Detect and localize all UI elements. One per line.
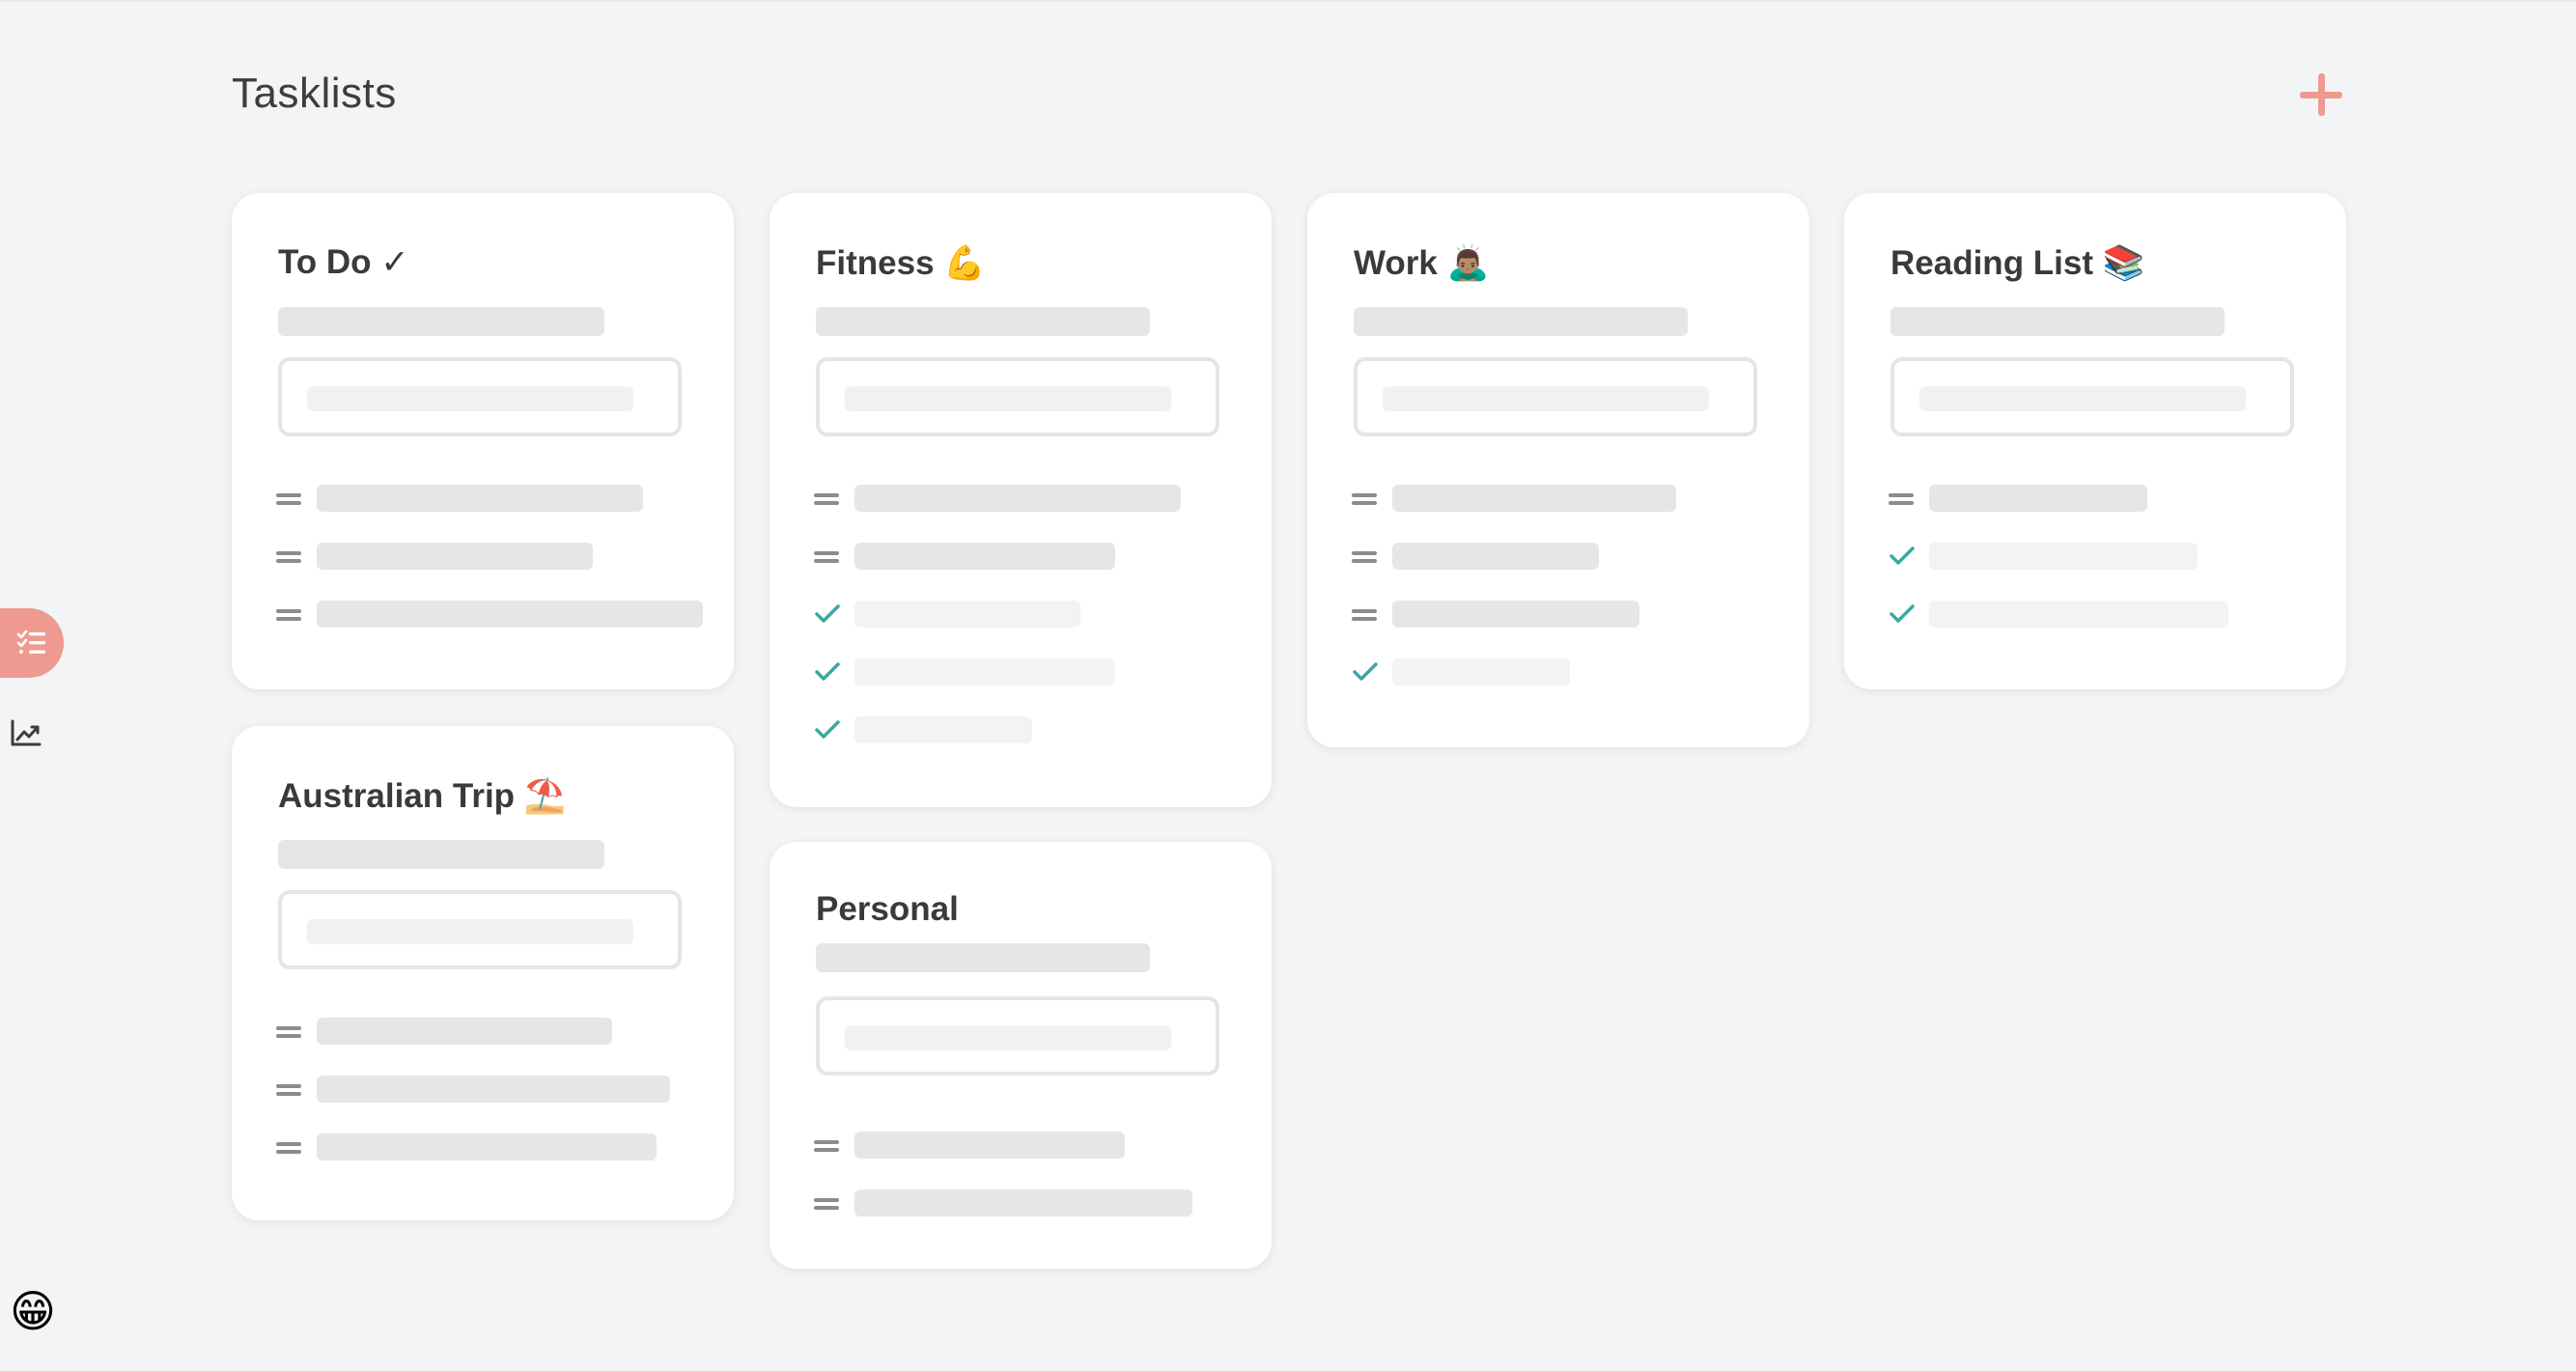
- tasklist-icon: [16, 630, 45, 654]
- tasklist-title: Reading List 📚: [1890, 244, 2145, 282]
- tasklist-title: Australian Trip ⛱️: [278, 777, 567, 815]
- drag-handle-icon[interactable]: [814, 1140, 841, 1152]
- task-text-placeholder: [317, 485, 643, 512]
- check-icon[interactable]: [814, 660, 841, 684]
- tasklist-card[interactable]: Personal: [770, 842, 1272, 1269]
- check-icon[interactable]: [1889, 602, 1916, 626]
- task-text-placeholder: [1929, 601, 2228, 628]
- task-text-placeholder: [854, 1132, 1125, 1159]
- task-text-placeholder: [1392, 658, 1570, 686]
- tasklist-card[interactable]: Australian Trip ⛱️: [232, 726, 734, 1220]
- tasklist-title: Personal: [816, 890, 959, 928]
- drag-handle-icon[interactable]: [1352, 493, 1379, 505]
- drag-handle-icon[interactable]: [276, 1142, 303, 1154]
- drag-handle-icon[interactable]: [276, 1026, 303, 1038]
- chart-icon: [11, 719, 42, 746]
- tasklist-subtitle-placeholder: [816, 943, 1150, 972]
- add-tasklist-button[interactable]: [2298, 71, 2344, 118]
- tasklist-card[interactable]: To Do ✓: [232, 193, 734, 689]
- task-text-placeholder: [854, 1189, 1192, 1217]
- new-task-input[interactable]: [278, 357, 682, 436]
- tasklist-subtitle-placeholder: [1890, 307, 2225, 336]
- sidebar-item-stats[interactable]: [10, 716, 42, 749]
- check-icon[interactable]: [814, 718, 841, 741]
- new-task-input[interactable]: [1890, 357, 2294, 436]
- task-text-placeholder: [317, 543, 593, 570]
- task-text-placeholder: [317, 601, 703, 628]
- task-text-placeholder: [1929, 543, 2198, 570]
- drag-handle-icon[interactable]: [814, 551, 841, 563]
- drag-handle-icon[interactable]: [1889, 493, 1916, 505]
- task-text-placeholder: [854, 716, 1032, 743]
- tasklist-card[interactable]: Work 🙇🏽‍♂️: [1307, 193, 1809, 747]
- check-icon[interactable]: [1889, 545, 1916, 568]
- tasklist-subtitle-placeholder: [816, 307, 1150, 336]
- tasklist-title: Fitness 💪: [816, 244, 986, 282]
- drag-handle-icon[interactable]: [814, 1198, 841, 1210]
- task-text-placeholder: [854, 485, 1181, 512]
- task-text-placeholder: [854, 601, 1080, 628]
- drag-handle-icon[interactable]: [1352, 609, 1379, 621]
- tasklist-card[interactable]: Fitness 💪: [770, 193, 1272, 807]
- tasklist-title: Work 🙇🏽‍♂️: [1354, 244, 1490, 282]
- task-text-placeholder: [1392, 543, 1599, 570]
- new-task-input[interactable]: [816, 357, 1219, 436]
- check-icon[interactable]: [814, 602, 841, 626]
- drag-handle-icon[interactable]: [276, 493, 303, 505]
- new-task-input[interactable]: [278, 890, 682, 969]
- drag-handle-icon[interactable]: [1352, 551, 1379, 563]
- tasklist-title: To Do ✓: [278, 243, 409, 281]
- task-text-placeholder: [854, 658, 1115, 686]
- check-icon[interactable]: [1352, 660, 1379, 684]
- tasklist-card[interactable]: Reading List 📚: [1844, 193, 2346, 689]
- drag-handle-icon[interactable]: [814, 493, 841, 505]
- task-text-placeholder: [317, 1133, 657, 1161]
- task-text-placeholder: [317, 1018, 612, 1045]
- tasklist-subtitle-placeholder: [278, 307, 604, 336]
- page-title: Tasklists: [232, 70, 397, 117]
- sidebar-item-tasklists[interactable]: [0, 608, 64, 678]
- new-task-input[interactable]: [1354, 357, 1757, 436]
- task-text-placeholder: [854, 543, 1115, 570]
- tasklist-subtitle-placeholder: [278, 840, 604, 869]
- drag-handle-icon[interactable]: [276, 551, 303, 563]
- new-task-input[interactable]: [816, 996, 1219, 1076]
- task-text-placeholder: [317, 1076, 670, 1103]
- tasklist-subtitle-placeholder: [1354, 307, 1688, 336]
- task-text-placeholder: [1392, 485, 1676, 512]
- task-text-placeholder: [1392, 601, 1639, 628]
- user-avatar-emoji[interactable]: 😁: [10, 1286, 60, 1336]
- drag-handle-icon[interactable]: [276, 609, 303, 621]
- task-text-placeholder: [1929, 485, 2147, 512]
- drag-handle-icon[interactable]: [276, 1084, 303, 1096]
